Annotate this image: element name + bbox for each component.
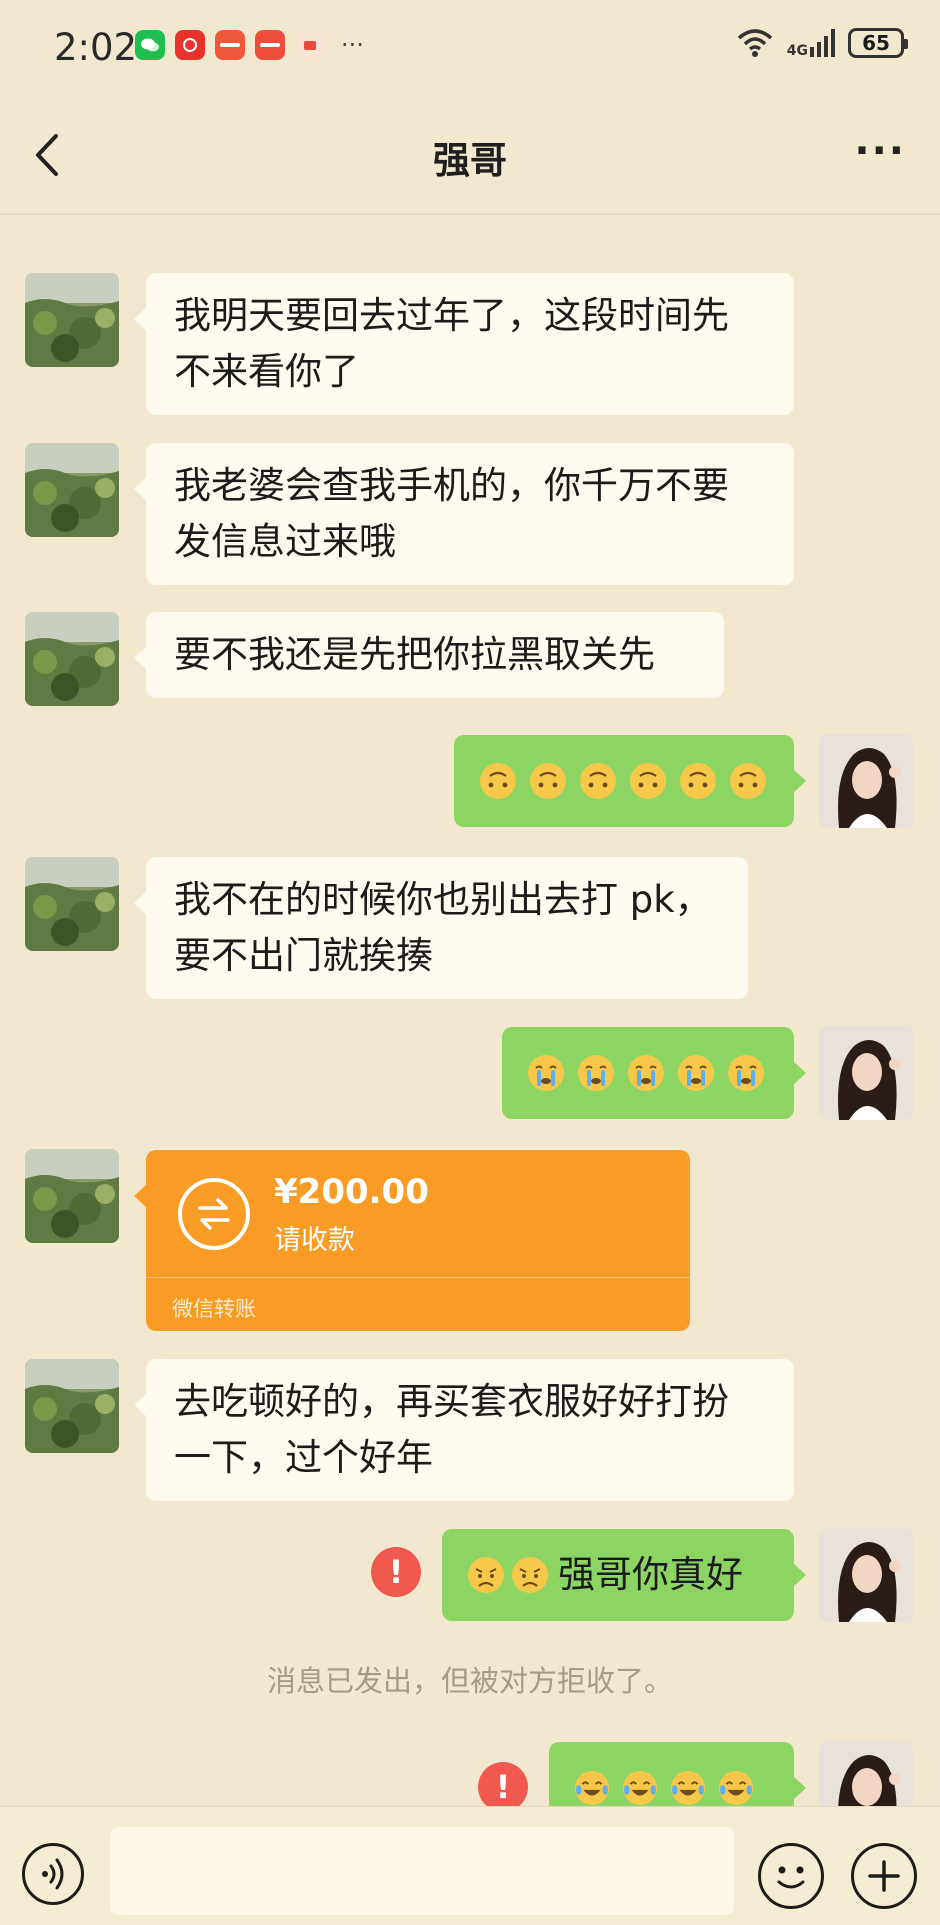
signal-icon: 4G [786,29,836,59]
user-avatar[interactable] [819,734,913,828]
more-notifications: ··· [341,31,364,59]
message-text: 强哥你真好 [558,1553,743,1596]
app-notification-icon [295,30,325,60]
message-bubble-received[interactable]: 要不我还是先把你拉黑取关先 [134,612,724,698]
transfer-desc: 请收款 [274,1225,355,1256]
app-notification-icon [255,30,285,60]
upside-down-face-icon [630,763,666,799]
emoji-row [526,1043,770,1103]
wechat-icon [135,30,165,60]
message-bubble-received[interactable]: 我老婆会查我手机的，你千万不要 发信息过来哦 [134,443,794,585]
rejection-notice: 消息已发出，但被对方拒收了。 [266,1664,673,1698]
upside-down-face-icon [580,763,616,799]
app-notification-icon [215,30,245,60]
send-failed-icon[interactable]: ! [371,1547,421,1597]
tears-of-joy-icon [574,1770,610,1806]
message-text: 我明天要回去过年了，这段时间先 [174,294,729,337]
message-bubble-sent[interactable] [454,735,806,827]
contact-avatar[interactable] [25,857,119,951]
tears-of-joy-icon [670,1770,706,1806]
upside-down-face-icon [680,763,716,799]
chat-title: 强哥 [433,139,507,182]
app-notification-icon [175,30,205,60]
sad-face-icon [468,1557,504,1593]
transfer-amount: ¥200.00 [274,1172,429,1212]
upside-down-face-icon [530,763,566,799]
status-time: 2:02 [54,26,138,69]
message-text: 发信息过来哦 [174,520,396,563]
header-divider [0,213,940,215]
message-bubble-received[interactable]: 我明天要回去过年了，这段时间先 不来看你了 [134,273,794,415]
message-text: 一下，过个好年 [174,1436,433,1479]
transfer-divider [146,1277,690,1278]
battery-icon: 65 [848,28,908,58]
contact-avatar[interactable] [25,1149,119,1243]
upside-down-face-icon [480,763,516,799]
crying-face-icon [678,1055,714,1091]
message-text: 去吃顿好的，再买套衣服好好打扮 [174,1380,729,1423]
transfer-card[interactable]: ¥200.00 请收款 微信转账 [134,1150,690,1331]
status-bar: 2:02 ··· 4G 65 [0,0,940,100]
message-text: 要不出门就挨揍 [174,934,433,977]
crying-face-icon [578,1055,614,1091]
tears-of-joy-icon [718,1770,754,1806]
user-avatar[interactable] [819,1026,913,1120]
message-text: 要不我还是先把你拉黑取关先 [174,633,655,676]
emoji-row: 强哥你真好 [466,1545,770,1605]
status-right: 4G 65 [735,28,908,59]
chat-header: 强哥 ··· [0,100,940,210]
crying-face-icon [528,1055,564,1091]
emoji-picker-icon[interactable] [758,1843,824,1909]
tears-of-joy-icon [622,1770,658,1806]
crying-face-icon [728,1055,764,1091]
voice-input-icon[interactable] [22,1843,84,1905]
contact-avatar[interactable] [25,273,119,367]
network-type: 4G [786,43,808,59]
wifi-icon [737,29,772,57]
user-avatar[interactable] [819,1528,913,1622]
message-input[interactable] [110,1827,734,1915]
message-text: 不来看你了 [174,350,359,393]
more-options-icon[interactable]: ··· [854,128,906,174]
sad-face-icon [512,1557,548,1593]
emoji-row [478,751,770,811]
transfer-footer: 微信转账 [172,1297,256,1321]
message-text: 我老婆会查我手机的，你千万不要 [174,464,729,507]
notification-icons: ··· [135,30,364,60]
upside-down-face-icon [730,763,766,799]
message-bubble-sent[interactable]: 强哥你真好 [442,1529,806,1621]
input-bar [0,1806,940,1925]
message-bubble-received[interactable]: 我不在的时候你也别出去打 pk， 要不出门就挨揍 [134,857,748,999]
contact-avatar[interactable] [25,612,119,706]
contact-avatar[interactable] [25,443,119,537]
message-text: 我不在的时候你也别出去打 pk， [174,878,712,921]
crying-face-icon [628,1055,664,1091]
message-bubble-sent[interactable] [502,1027,806,1119]
more-actions-icon[interactable] [851,1843,917,1909]
send-failed-icon[interactable]: ! [478,1762,528,1812]
contact-avatar[interactable] [25,1359,119,1453]
transfer-icon [178,1178,250,1250]
message-bubble-received[interactable]: 去吃顿好的，再买套衣服好好打扮 一下，过个好年 [134,1359,794,1501]
